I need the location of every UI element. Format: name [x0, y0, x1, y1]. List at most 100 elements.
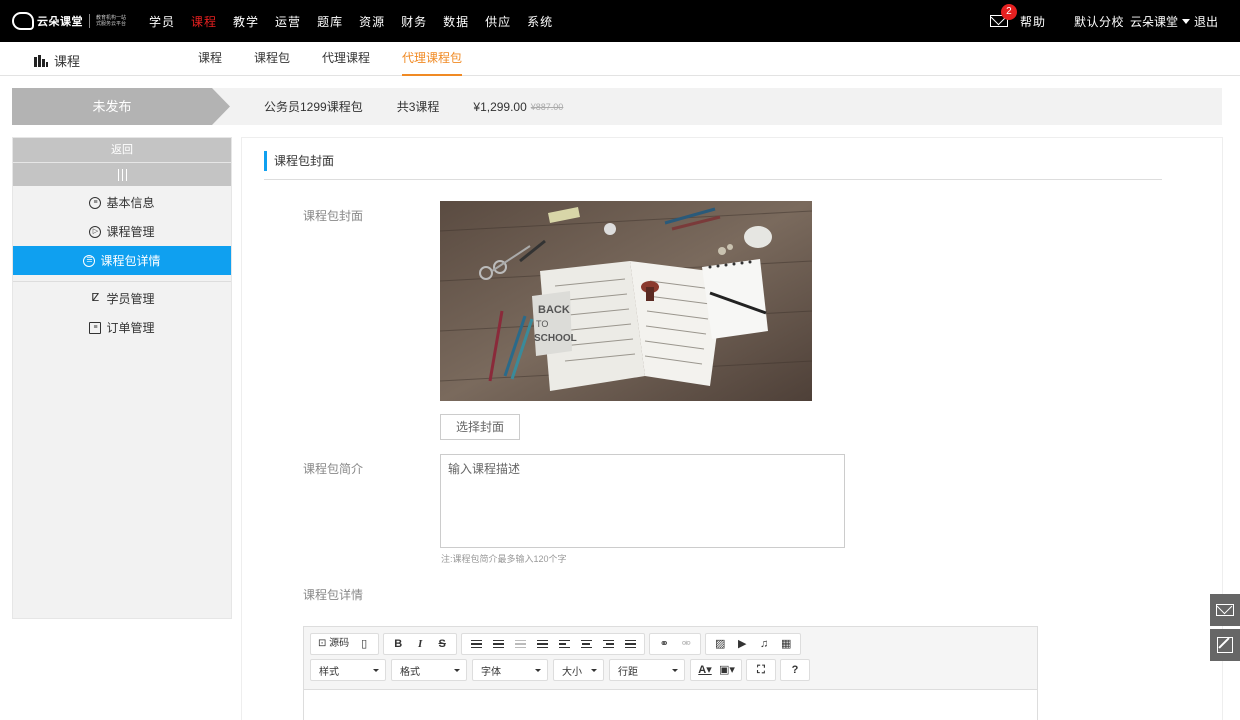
float-feedback-button[interactable]	[1210, 629, 1240, 661]
unordered-list-icon[interactable]	[489, 634, 507, 654]
nav-item-students[interactable]: 学员	[149, 13, 175, 30]
background-color-icon[interactable]: ▣▾	[718, 660, 736, 680]
main-panel: 课程包封面 课程包封面 BACK TO SCHOOL 选择封面 课程包简介 输入…	[241, 137, 1223, 720]
order-list-icon: ≡	[89, 321, 102, 334]
toolbar-row-1: ⊡ 源码 ▯ B I S ⚭ ⚮ ▨ ▶ ♫ ▦	[310, 633, 805, 655]
indent-icon[interactable]	[533, 634, 551, 654]
font-select[interactable]: 字体	[472, 659, 548, 681]
fullscreen-icon[interactable]: ⛶	[752, 660, 770, 680]
play-circle-icon: ▷	[89, 225, 102, 238]
intro-note: 注:课程包简介最多输入120个字	[441, 554, 567, 564]
bold-icon[interactable]: B	[389, 634, 407, 654]
font-select-label: 字体	[481, 666, 501, 678]
section-title: 课程	[34, 51, 80, 70]
cover-photo-illustration: BACK TO SCHOOL	[440, 201, 812, 401]
toolbar-group-insert: ▨ ▶ ♫ ▦	[705, 633, 802, 655]
nav-item-courses[interactable]: 课程	[191, 13, 217, 30]
select-cover-button[interactable]: 选择封面	[440, 414, 520, 440]
strikethrough-icon[interactable]: S	[433, 634, 451, 654]
logout-link[interactable]: 退出	[1194, 13, 1218, 30]
user-menu[interactable]: 云朵课堂	[1130, 13, 1178, 30]
audio-icon[interactable]: ♫	[755, 634, 773, 654]
tab-agent-course-packages[interactable]: 代理课程包	[402, 42, 463, 76]
tab-course-packages[interactable]: 课程包	[254, 42, 290, 76]
tab-courses[interactable]: 课程	[198, 42, 222, 76]
line-height-select-label: 行距	[618, 666, 638, 678]
help-icon[interactable]: ?	[786, 660, 804, 680]
image-icon[interactable]: ▨	[711, 634, 729, 654]
brand-logo[interactable]: 云朵课堂 教育机构一站式服务云平台	[12, 10, 130, 32]
package-status-bar: 未发布 公务员1299课程包 共3课程 ¥1,299.00 ¥887.00	[12, 88, 1222, 125]
nav-item-teaching[interactable]: 教学	[233, 13, 259, 30]
nav-item-data[interactable]: 数据	[443, 13, 469, 30]
users-icon: ⵇ	[91, 291, 100, 304]
chevron-down-icon	[373, 668, 379, 672]
nav-item-question-bank[interactable]: 题库	[317, 13, 343, 30]
outdent-icon[interactable]	[511, 634, 529, 654]
source-code-icon: ⊡	[318, 638, 327, 649]
new-document-icon[interactable]: ▯	[355, 634, 373, 654]
envelope-icon	[1216, 604, 1234, 616]
format-select-label: 格式	[400, 666, 420, 678]
table-icon[interactable]: ▦	[777, 634, 795, 654]
bars-icon	[117, 168, 119, 181]
menu-item-basic-info[interactable]: ≡ 基本信息	[13, 188, 231, 217]
unlink-icon[interactable]: ⚮	[677, 634, 695, 654]
toolbar-group-view: ⛶	[746, 659, 776, 681]
intro-label: 课程包简介	[303, 462, 364, 476]
library-icon	[34, 54, 48, 67]
toolbar-group-source: ⊡ 源码 ▯	[310, 633, 380, 655]
align-right-icon[interactable]	[599, 634, 617, 654]
size-select-label: 大小	[562, 666, 582, 678]
menu-item-package-detail[interactable]: ☰ 课程包详情	[13, 246, 231, 275]
size-select[interactable]: 大小	[553, 659, 604, 681]
menu-item-order-management[interactable]: ≡ 订单管理	[13, 313, 231, 342]
menu-item-label: 基本信息	[106, 196, 155, 210]
sub-nav: 课程 课程 课程包 代理课程 代理课程包	[0, 42, 1240, 76]
svg-text:BACK: BACK	[538, 304, 570, 316]
nav-item-system[interactable]: 系统	[527, 13, 553, 30]
format-select[interactable]: 格式	[391, 659, 467, 681]
source-code-button[interactable]: ⊡ 源码	[316, 634, 351, 654]
nav-item-operations[interactable]: 运营	[275, 13, 301, 30]
svg-text:TO: TO	[536, 319, 548, 329]
detail-label: 课程包详情	[303, 588, 364, 602]
edit-icon	[1217, 637, 1233, 653]
tab-agent-courses[interactable]: 代理课程	[322, 42, 370, 76]
nav-item-finance[interactable]: 财务	[401, 13, 427, 30]
float-message-button[interactable]	[1210, 594, 1240, 626]
help-link[interactable]: 帮助	[1020, 13, 1046, 30]
chevron-down-icon	[672, 668, 678, 672]
menu-item-label: 学员管理	[106, 292, 155, 306]
top-right-actions: 2 帮助 默认分校 云朵课堂 退出	[989, 0, 1218, 42]
mail-badge: 2	[1000, 4, 1017, 20]
detail-circle-icon: ☰	[83, 254, 96, 267]
editor-content-area[interactable]	[304, 690, 1037, 720]
menu-item-course-management[interactable]: ▷ 课程管理	[13, 217, 231, 246]
align-left-icon[interactable]	[555, 634, 573, 654]
cloud-logo-icon	[12, 12, 34, 30]
caret-down-icon[interactable]	[1181, 18, 1190, 24]
main-nav: 学员 课程 教学 运营 题库 资源 财务 数据 供应 系统	[149, 0, 569, 42]
nav-item-supply[interactable]: 供应	[485, 13, 511, 30]
brand-name: 云朵课堂	[37, 16, 83, 28]
align-center-icon[interactable]	[577, 634, 595, 654]
link-icon[interactable]: ⚭	[655, 634, 673, 654]
menu-item-student-management[interactable]: ⵇ 学员管理	[13, 284, 231, 313]
text-color-icon[interactable]: A▾	[696, 660, 714, 680]
list-circle-icon: ≡	[89, 196, 102, 209]
original-price: ¥887.00	[530, 101, 564, 112]
brand-slogan: 教育机构一站式服务云平台	[96, 15, 127, 27]
ordered-list-icon[interactable]	[467, 634, 485, 654]
back-button[interactable]: 返回	[13, 138, 231, 162]
italic-icon[interactable]: I	[411, 634, 429, 654]
video-icon[interactable]: ▶	[733, 634, 751, 654]
mail-icon[interactable]: 2	[989, 4, 1017, 27]
style-select[interactable]: 样式	[310, 659, 386, 681]
nav-item-resources[interactable]: 资源	[359, 13, 385, 30]
collapse-toggle[interactable]	[13, 162, 231, 186]
intro-textarea[interactable]	[440, 454, 845, 548]
line-height-select[interactable]: 行距	[609, 659, 685, 681]
align-justify-icon[interactable]	[621, 634, 639, 654]
style-select-label: 样式	[319, 666, 339, 678]
